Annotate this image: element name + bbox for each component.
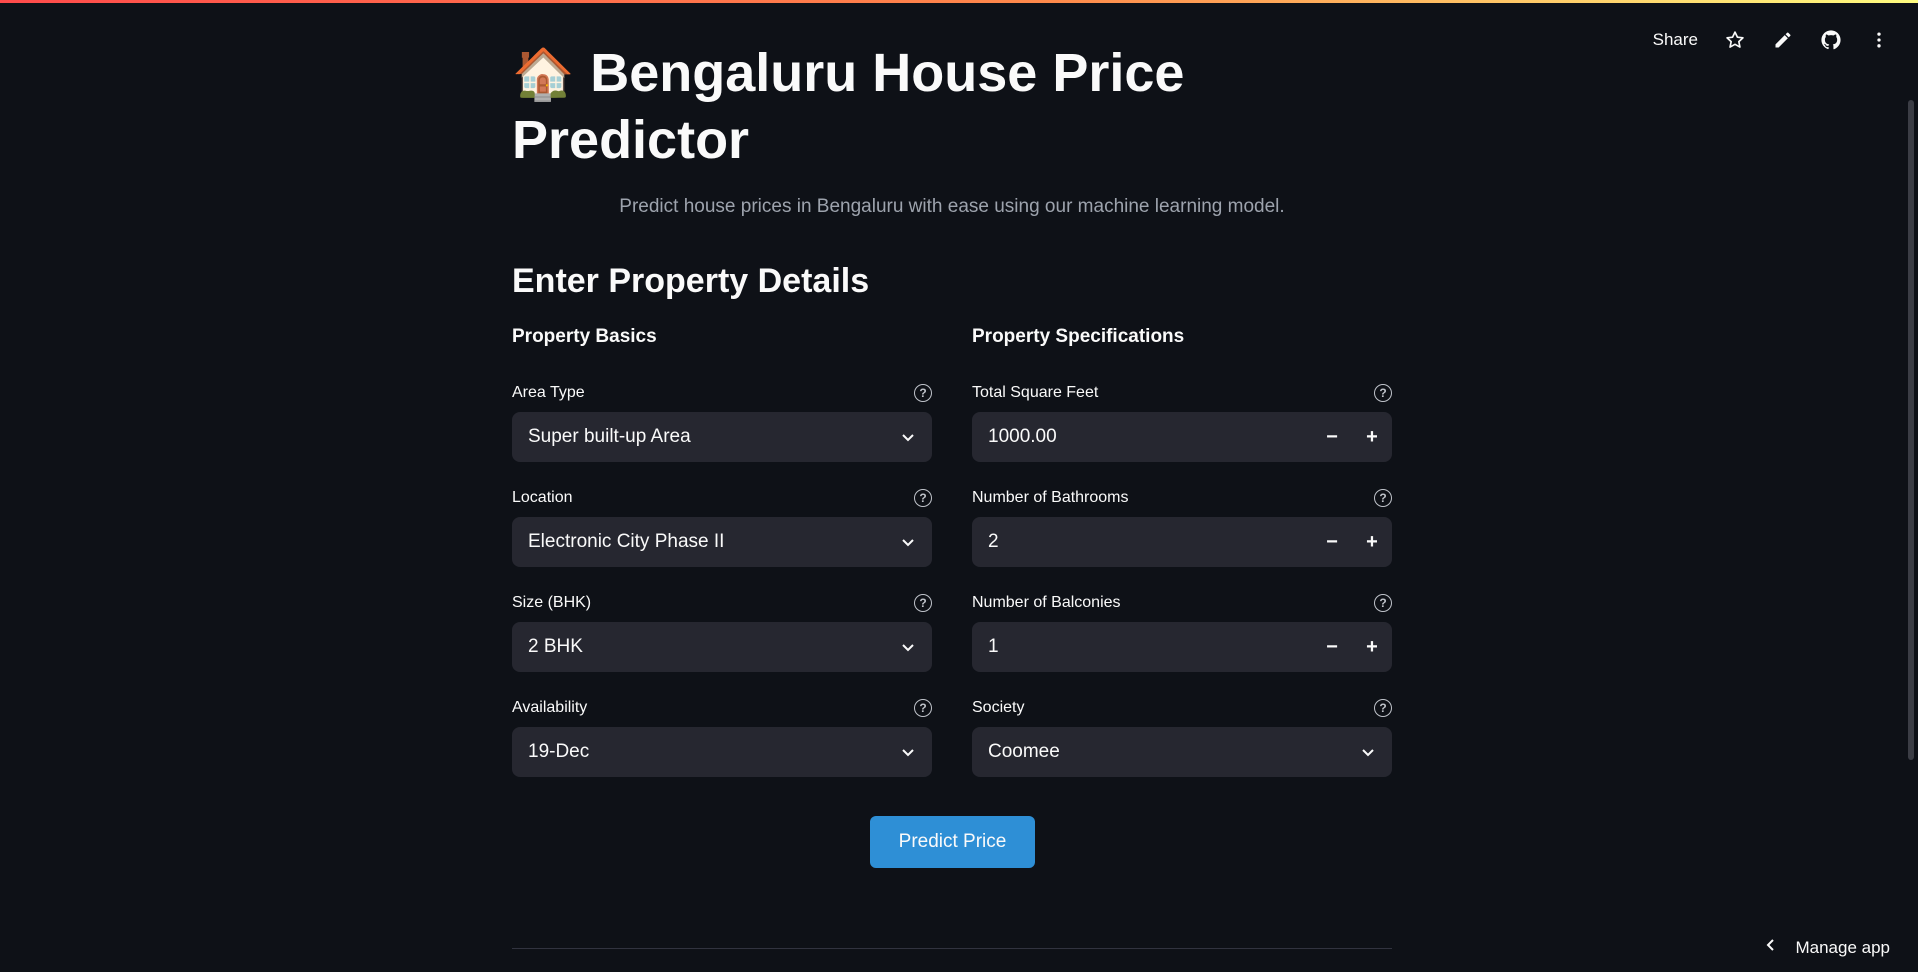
predict-price-button[interactable]: Predict Price [870,816,1035,868]
manage-app-label: Manage app [1795,937,1890,957]
number-value[interactable]: 2 [988,531,1312,553]
property-specifications-column: Property Specifications Total Square Fee… [972,326,1392,802]
property-basics-column: Property Basics Area Type ? Super built-… [512,326,932,802]
chevron-down-icon [900,639,916,655]
page-title: 🏠 Bengaluru House Price Predictor [512,40,1392,173]
column-header: Property Basics [512,326,657,347]
pencil-icon[interactable] [1772,29,1794,51]
total-square-feet-input[interactable]: 1000.00 − + [972,412,1392,462]
increment-button[interactable]: + [1352,412,1392,462]
field-label: Area Type [512,384,585,401]
availability-field: Availability ? 19-Dec [512,697,932,802]
select-value: 19-Dec [528,741,590,762]
column-header: Property Specifications [972,326,1185,347]
divider [512,948,1392,949]
share-button[interactable]: Share [1653,30,1698,50]
area-type-field: Area Type ? Super built-up Area [512,382,932,487]
size-bhk-field: Size (BHK) ? 2 BHK [512,592,932,697]
select-value: Electronic City Phase II [528,531,725,552]
chevron-down-icon [1360,744,1376,760]
app-toolbar: Share [1653,24,1890,56]
field-label: Size (BHK) [512,594,592,611]
field-label: Number of Balconies [972,594,1121,611]
more-vertical-icon[interactable] [1868,29,1890,51]
select-value: Coomee [988,741,1060,762]
field-label: Total Square Feet [972,384,1099,401]
number-value[interactable]: 1 [988,636,1312,658]
scrollbar[interactable] [1908,100,1914,760]
select-value: Super built-up Area [528,426,691,447]
location-field: Location ? Electronic City Phase II [512,487,932,592]
chevron-down-icon [900,429,916,445]
decrement-button[interactable]: − [1312,412,1352,462]
decrement-button[interactable]: − [1312,517,1352,567]
number-of-balconies-input[interactable]: 1 − + [972,622,1392,672]
help-icon[interactable]: ? [914,489,932,507]
number-of-bathrooms-input[interactable]: 2 − + [972,517,1392,567]
availability-select[interactable]: 19-Dec [512,727,932,777]
chevron-down-icon [900,744,916,760]
section-title: Enter Property Details [512,262,870,300]
help-icon[interactable]: ? [1374,594,1392,612]
field-label: Society [972,699,1025,716]
help-icon[interactable]: ? [1374,699,1392,717]
field-label: Availability [512,699,588,716]
number-of-balconies-field: Number of Balconies ? 1 − + [972,592,1392,697]
chevron-down-icon [900,534,916,550]
stepper: − + [1312,517,1392,567]
chevron-left-icon [1763,937,1779,958]
page-subtitle: Predict house prices in Bengaluru with e… [619,196,1285,217]
location-select[interactable]: Electronic City Phase II [512,517,932,567]
society-select[interactable]: Coomee [972,727,1392,777]
help-icon[interactable]: ? [914,699,932,717]
help-icon[interactable]: ? [914,384,932,402]
stepper: − + [1312,412,1392,462]
help-icon[interactable]: ? [1374,489,1392,507]
house-emoji-icon: 🏠 [512,46,575,102]
github-icon[interactable] [1820,29,1842,51]
total-square-feet-field: Total Square Feet ? 1000.00 − + [972,382,1392,487]
number-of-bathrooms-field: Number of Bathrooms ? 2 − + [972,487,1392,592]
area-type-select[interactable]: Super built-up Area [512,412,932,462]
stepper: − + [1312,622,1392,672]
field-label: Location [512,489,573,506]
field-label: Number of Bathrooms [972,489,1129,506]
society-field: Society ? Coomee [972,697,1392,802]
increment-button[interactable]: + [1352,622,1392,672]
number-value[interactable]: 1000.00 [988,426,1312,448]
top-decoration-bar [0,0,1918,3]
decrement-button[interactable]: − [1312,622,1352,672]
increment-button[interactable]: + [1352,517,1392,567]
manage-app-button[interactable]: Manage app [1763,937,1890,958]
page-title-text: Bengaluru House Price Predictor [512,43,1185,170]
size-bhk-select[interactable]: 2 BHK [512,622,932,672]
star-icon[interactable] [1724,29,1746,51]
help-icon[interactable]: ? [914,594,932,612]
select-value: 2 BHK [528,636,583,657]
help-icon[interactable]: ? [1374,384,1392,402]
